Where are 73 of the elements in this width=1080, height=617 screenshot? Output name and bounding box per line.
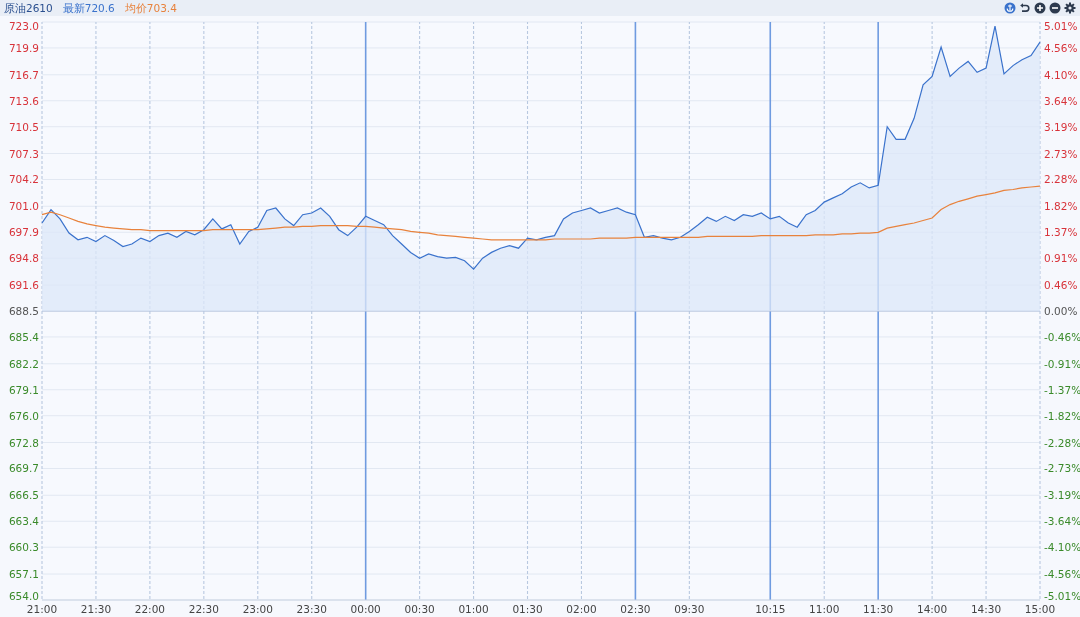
time-axis-label: 02:30 [620,603,651,615]
price-axis-label: 723.0 [8,20,39,32]
percent-axis-label: 4.10% [1044,68,1078,81]
price-axis-label: 719.9 [8,41,39,54]
zoom-out-icon[interactable] [1049,2,1061,14]
price-axis-label: 679.1 [8,383,39,396]
time-axis-label: 23:00 [242,603,273,615]
anchor-icon[interactable] [1004,2,1016,14]
price-axis-label: 663.4 [8,515,39,528]
percent-axis-label: -3.64% [1044,515,1080,528]
percent-axis-label: 4.56% [1044,41,1078,54]
percent-axis-label: 2.73% [1044,147,1078,160]
price-axis-label: 694.8 [8,252,39,265]
price-axis-label: 704.2 [8,173,39,186]
time-axis-label: 11:00 [809,603,840,615]
percent-axis-label: 3.19% [1044,120,1078,133]
time-axis-label: 21:00 [26,603,58,615]
percent-axis-label: -5.01% [1044,590,1080,602]
percent-axis-label: -3.19% [1044,489,1080,502]
time-axis-label: 23:30 [296,603,327,615]
percent-axis-label: 0.46% [1044,279,1078,292]
percent-axis-label: -1.37% [1044,383,1080,396]
time-axis-label: 11:30 [863,603,894,615]
price-axis-label: 666.5 [8,489,39,502]
percent-axis-label: -1.82% [1044,409,1080,422]
percent-axis-label: 5.01% [1044,20,1078,32]
price-axis-label: 672.8 [8,436,39,449]
percent-axis-label: 1.37% [1044,226,1078,239]
percent-axis-label: -4.56% [1044,568,1080,581]
percent-axis-label: -0.46% [1044,330,1080,343]
price-axis-label: 710.5 [8,120,39,133]
zoom-in-icon[interactable] [1034,2,1046,14]
price-axis-label: 654.0 [8,590,39,602]
percent-axis-label: -0.91% [1044,357,1080,370]
time-axis-label: 01:30 [512,603,543,615]
contract-name: 原油2610 [4,1,53,16]
percent-axis-label: 0.00% [1044,305,1078,317]
price-axis-label: 688.5 [8,305,39,317]
time-axis-label: 14:00 [917,603,948,615]
time-axis-label: 21:30 [80,603,112,615]
price-axis-label: 707.3 [8,147,39,160]
percent-axis-label: 3.64% [1044,94,1078,107]
percent-axis-label: -4.10% [1044,541,1080,554]
percent-axis-label: -2.73% [1044,462,1080,475]
price-axis-label: 685.4 [8,330,39,343]
price-axis-label: 660.3 [8,541,39,554]
time-axis-label: 00:00 [350,603,381,615]
percent-axis-label: -2.28% [1044,436,1080,449]
latest-price: 最新720.6 [62,1,115,16]
time-axis-label: 14:30 [970,603,1002,615]
time-axis-label: 02:00 [566,603,597,615]
price-axis-label: 682.2 [8,357,39,370]
price-axis-label: 701.0 [8,200,39,213]
time-axis-label: 15:00 [1024,603,1056,615]
percent-axis-label: 2.28% [1044,173,1078,186]
time-axis-label: 22:00 [134,603,165,615]
percent-axis-label: 0.91% [1044,252,1078,265]
settings-icon[interactable] [1064,2,1076,14]
price-axis-label: 713.6 [8,94,39,107]
price-axis-label: 716.7 [8,68,39,81]
average-price: 均价703.4 [124,1,177,16]
price-axis-label: 657.1 [8,568,39,581]
time-axis-label: 09:30 [674,603,705,615]
price-axis-label: 669.7 [8,462,39,475]
time-axis-label: 22:30 [188,603,219,615]
time-axis-label: 10:15 [755,603,786,615]
time-axis-label: 00:30 [404,603,435,615]
price-axis-label: 691.6 [8,279,39,292]
price-axis-label: 697.9 [8,226,39,239]
price-axis-label: 676.0 [8,409,39,422]
percent-axis-label: 1.82% [1044,200,1078,213]
time-axis-label: 01:00 [458,603,489,615]
undo-icon[interactable] [1019,2,1031,14]
